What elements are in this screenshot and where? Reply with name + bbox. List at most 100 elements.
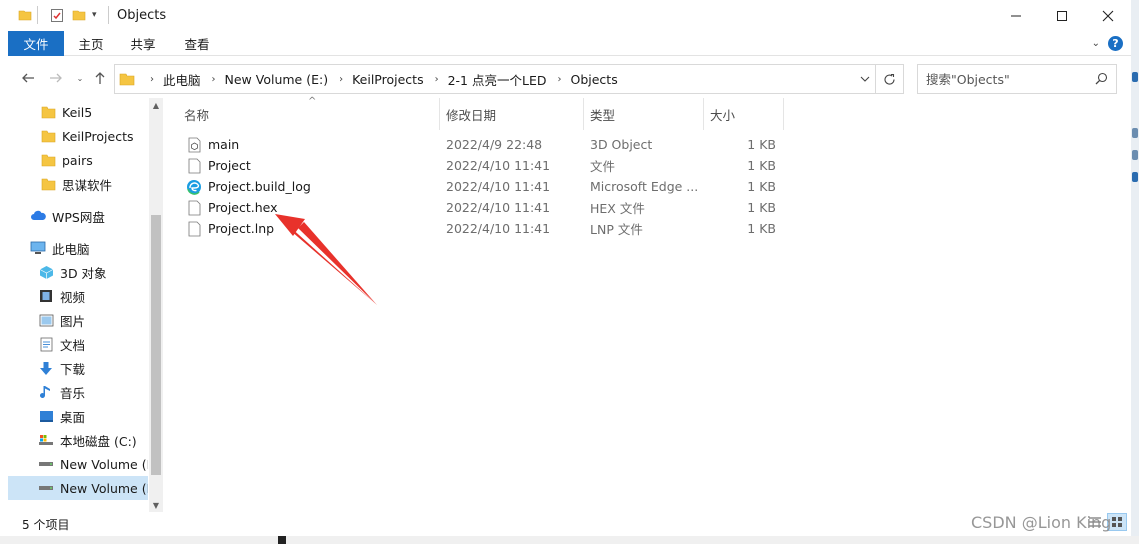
sidebar-item-downloads[interactable]: 下载 bbox=[8, 356, 148, 380]
computer-icon bbox=[30, 240, 46, 256]
address-bar[interactable]: › 此电脑 › New Volume (E:) › KeilProjects ›… bbox=[114, 64, 876, 94]
sidebar-item-keilprojects[interactable]: KeilProjects bbox=[8, 124, 148, 148]
properties-icon[interactable] bbox=[50, 8, 64, 26]
column-header-type[interactable]: 类型 bbox=[584, 98, 704, 130]
file-name: main bbox=[208, 137, 240, 152]
chevron-down-icon[interactable] bbox=[855, 65, 875, 93]
sidebar-item-label: 此电脑 bbox=[52, 241, 90, 257]
sidebar-item-label: WPS网盘 bbox=[52, 209, 105, 225]
chevron-right-icon[interactable]: › bbox=[339, 74, 343, 85]
tab-share[interactable]: 共享 bbox=[118, 31, 168, 56]
title-bar: ▾ Objects bbox=[8, 0, 1131, 31]
file-row[interactable]: Project 2022/4/10 11:41 文件 1 KB bbox=[178, 155, 793, 176]
sidebar-item-music[interactable]: 音乐 bbox=[8, 380, 148, 404]
file-size: 1 KB bbox=[747, 137, 776, 152]
search-icon[interactable] bbox=[1095, 72, 1108, 88]
sidebar-item-label: Keil5 bbox=[62, 104, 93, 120]
search-box[interactable] bbox=[917, 64, 1117, 94]
file-type: Microsoft Edge ... bbox=[590, 179, 699, 194]
file-row[interactable]: Project.build_log 2022/4/10 11:41 Micros… bbox=[178, 176, 793, 197]
cube-icon bbox=[38, 264, 54, 280]
expand-ribbon-icon[interactable]: ⌄ bbox=[1092, 38, 1100, 49]
chevron-right-icon[interactable]: › bbox=[150, 74, 154, 85]
sidebar-item-label: 本地磁盘 (C:) bbox=[60, 433, 137, 449]
file-explorer-window: ▾ Objects 文件 主页 共享 查看 ⌄ ? ⌄ › 此电脑 › New … bbox=[8, 0, 1131, 536]
help-icon[interactable]: ? bbox=[1108, 36, 1123, 51]
folder-icon bbox=[40, 152, 56, 168]
customize-quick-access-icon[interactable]: ▾ bbox=[92, 10, 97, 20]
breadcrumb-item[interactable]: KeilProjects bbox=[352, 72, 424, 87]
navigation-pane: Keil5 KeilProjects pairs 思谋软件 WPS网盘 此电脑 … bbox=[8, 98, 163, 512]
file-date: 2022/4/10 11:41 bbox=[446, 179, 551, 194]
folder-icon bbox=[119, 71, 135, 87]
file-type: 3D Object bbox=[590, 137, 653, 152]
sidebar-item-wps-cloud[interactable]: WPS网盘 bbox=[8, 204, 148, 228]
folder-icon bbox=[40, 104, 56, 120]
breadcrumb-item[interactable]: Objects bbox=[570, 72, 617, 87]
desktop-background-bottom bbox=[0, 536, 1139, 544]
desktop-background-right bbox=[1131, 0, 1139, 544]
close-button[interactable] bbox=[1085, 0, 1131, 31]
sidebar-item-keil5[interactable]: Keil5 bbox=[8, 100, 148, 124]
sidebar-item-desktop[interactable]: 桌面 bbox=[8, 404, 148, 428]
drive-icon bbox=[38, 456, 54, 472]
recent-locations-button[interactable]: ⌄ bbox=[70, 68, 90, 88]
sidebar-item-label: pairs bbox=[62, 152, 93, 168]
sidebar-item-pairs[interactable]: pairs bbox=[8, 148, 148, 172]
sidebar-item-label: 文档 bbox=[60, 337, 86, 353]
sidebar-item-documents[interactable]: 文档 bbox=[8, 332, 148, 356]
file-row[interactable]: Project.lnp 2022/4/10 11:41 LNP 文件 1 KB bbox=[178, 218, 793, 239]
file-type: LNP 文件 bbox=[590, 222, 643, 237]
file-row[interactable]: main 2022/4/9 22:48 3D Object 1 KB bbox=[178, 134, 793, 155]
sidebar-item-simou[interactable]: 思谋软件 bbox=[8, 172, 148, 196]
file-icon bbox=[186, 221, 202, 237]
back-button[interactable] bbox=[18, 68, 38, 88]
chevron-right-icon[interactable]: › bbox=[435, 74, 439, 85]
column-header-date[interactable]: 修改日期 bbox=[440, 98, 584, 130]
download-icon bbox=[38, 360, 54, 376]
breadcrumb-item[interactable]: 2-1 点亮一个LED bbox=[448, 70, 547, 89]
chevron-right-icon[interactable]: › bbox=[212, 74, 216, 85]
tab-home[interactable]: 主页 bbox=[66, 31, 116, 56]
column-header-size[interactable]: 大小 bbox=[704, 98, 784, 130]
file-row[interactable]: Project.hex 2022/4/10 11:41 HEX 文件 1 KB bbox=[178, 197, 793, 218]
search-input[interactable] bbox=[926, 71, 1096, 87]
picture-icon bbox=[38, 312, 54, 328]
file-date: 2022/4/10 11:41 bbox=[446, 158, 551, 173]
sidebar-item-pictures[interactable]: 图片 bbox=[8, 308, 148, 332]
system-drive-icon bbox=[38, 432, 54, 448]
sidebar-item-new-volume-e[interactable]: New Volume (E bbox=[8, 476, 148, 500]
chevron-right-icon[interactable]: › bbox=[557, 74, 561, 85]
video-icon bbox=[38, 288, 54, 304]
window-title: Objects bbox=[117, 8, 167, 23]
sidebar-item-new-volume-d[interactable]: New Volume (D bbox=[8, 452, 148, 476]
refresh-button[interactable] bbox=[876, 64, 904, 94]
tab-view[interactable]: 查看 bbox=[172, 31, 222, 56]
maximize-button[interactable] bbox=[1039, 0, 1085, 31]
file-name: Project bbox=[208, 158, 251, 173]
sidebar-item-label: 视频 bbox=[60, 289, 86, 305]
file-date: 2022/4/10 11:41 bbox=[446, 221, 551, 236]
new-folder-icon[interactable] bbox=[72, 8, 86, 25]
file-name: Project.lnp bbox=[208, 221, 275, 236]
sidebar-scrollbar-thumb[interactable] bbox=[151, 215, 161, 475]
sidebar-item-local-disk-c[interactable]: 本地磁盘 (C:) bbox=[8, 428, 148, 452]
cloud-icon bbox=[30, 208, 46, 224]
breadcrumb-item[interactable]: New Volume (E:) bbox=[225, 72, 329, 87]
document-icon bbox=[38, 336, 54, 352]
folder-icon bbox=[40, 128, 56, 144]
column-header-name[interactable]: 名称 bbox=[178, 98, 440, 130]
scroll-up-icon[interactable]: ▲ bbox=[149, 98, 163, 112]
breadcrumb-item[interactable]: 此电脑 bbox=[163, 70, 201, 89]
up-button[interactable] bbox=[90, 68, 110, 88]
tab-file[interactable]: 文件 bbox=[8, 31, 64, 56]
forward-button[interactable] bbox=[46, 68, 66, 88]
file-type: HEX 文件 bbox=[590, 201, 645, 216]
sidebar-item-videos[interactable]: 视频 bbox=[8, 284, 148, 308]
scroll-down-icon[interactable]: ▼ bbox=[149, 498, 163, 512]
3d-object-file-icon bbox=[186, 137, 202, 153]
sidebar-item-label: 思谋软件 bbox=[62, 177, 113, 193]
sidebar-item-this-pc[interactable]: 此电脑 bbox=[8, 236, 148, 260]
sidebar-item-3d-objects[interactable]: 3D 对象 bbox=[8, 260, 148, 284]
minimize-button[interactable] bbox=[993, 0, 1039, 31]
